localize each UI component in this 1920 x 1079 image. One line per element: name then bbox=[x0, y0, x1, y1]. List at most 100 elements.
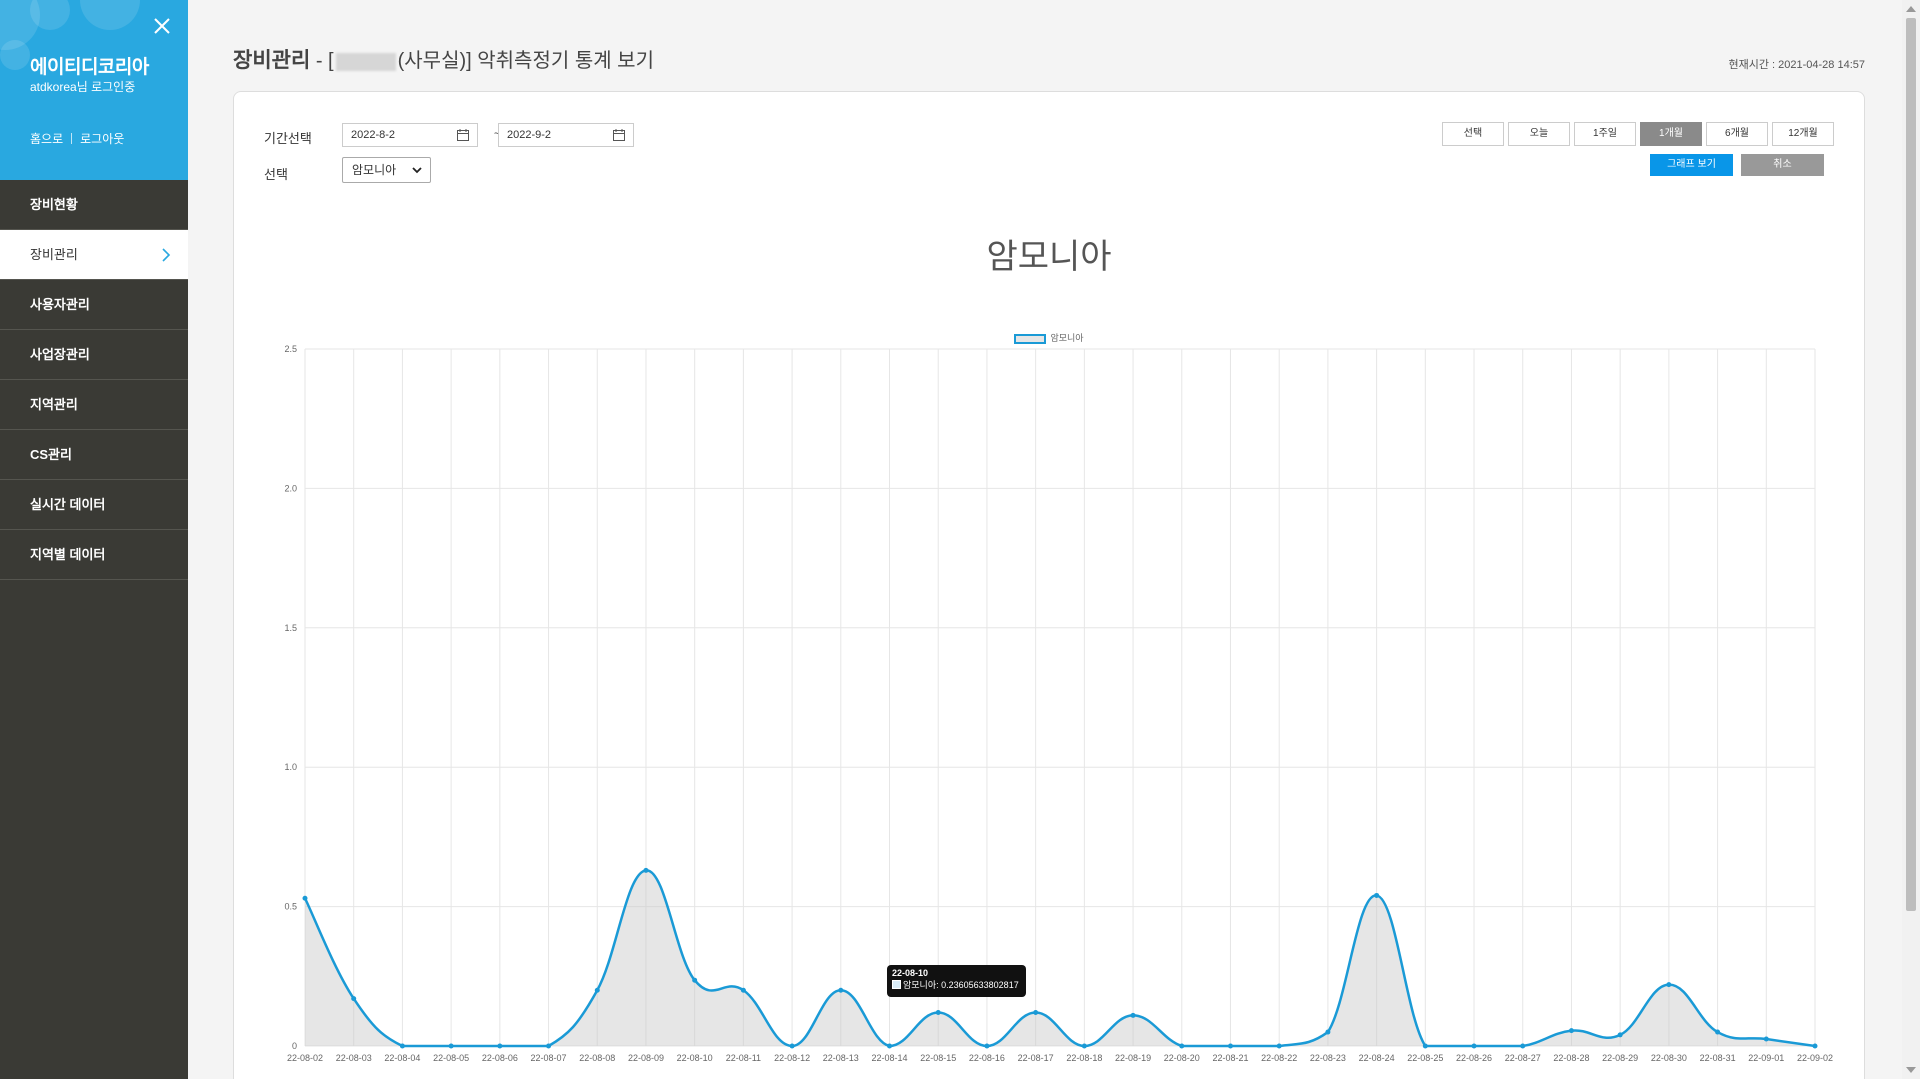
sidebar-item-label: 사용자관리 bbox=[30, 297, 90, 312]
data-point bbox=[497, 1043, 503, 1049]
data-point bbox=[692, 977, 698, 983]
data-point bbox=[1179, 1043, 1185, 1049]
x-tick-label: 22-08-11 bbox=[726, 1053, 761, 1063]
data-point bbox=[1276, 1043, 1282, 1049]
decor-bubble bbox=[0, 40, 30, 70]
x-tick-label: 22-08-31 bbox=[1700, 1053, 1736, 1063]
x-tick-label: 22-08-05 bbox=[433, 1053, 469, 1063]
data-point bbox=[740, 987, 746, 993]
x-tick-label: 22-08-04 bbox=[384, 1053, 420, 1063]
data-point bbox=[1471, 1043, 1477, 1049]
divider bbox=[71, 133, 73, 144]
data-point bbox=[1227, 1043, 1233, 1049]
data-point bbox=[1715, 1029, 1721, 1035]
data-point bbox=[1374, 892, 1380, 898]
x-tick-label: 22-08-29 bbox=[1602, 1053, 1638, 1063]
sidebar-item-label: 지역관리 bbox=[30, 397, 78, 412]
sidebar-item-label: 장비관리 bbox=[30, 247, 78, 262]
data-point bbox=[1033, 1010, 1039, 1016]
x-tick-label: 22-08-24 bbox=[1359, 1053, 1395, 1063]
sidebar-item-site-management[interactable]: 사업장관리 bbox=[0, 330, 188, 380]
sidebar-item-label: 사업장관리 bbox=[30, 347, 90, 362]
home-link[interactable]: 홈으로 bbox=[30, 130, 63, 147]
x-tick-label: 22-08-08 bbox=[579, 1053, 615, 1063]
x-tick-label: 22-08-12 bbox=[774, 1053, 810, 1063]
x-tick-label: 22-08-09 bbox=[628, 1053, 664, 1063]
data-point bbox=[351, 996, 357, 1002]
chevron-right-icon bbox=[162, 248, 171, 262]
x-tick-label: 22-08-17 bbox=[1018, 1053, 1054, 1063]
sidebar: 에이티디코리아 atdkorea님 로그인중 홈으로 로그아웃 장비현황 장비관… bbox=[0, 0, 188, 1079]
x-tick-label: 22-08-16 bbox=[969, 1053, 1005, 1063]
data-point bbox=[399, 1043, 405, 1049]
sidebar-item-label: CS관리 bbox=[30, 447, 72, 462]
sidebar-item-user-management[interactable]: 사용자관리 bbox=[0, 280, 188, 330]
data-point bbox=[302, 895, 308, 901]
data-point bbox=[1617, 1032, 1623, 1038]
sidebar-item-equipment-management[interactable]: 장비관리 bbox=[0, 230, 188, 280]
tooltip-swatch bbox=[892, 980, 901, 989]
sidebar-item-equipment-status[interactable]: 장비현황 bbox=[0, 180, 188, 230]
data-point bbox=[887, 1043, 893, 1049]
y-tick-label: 1.5 bbox=[284, 623, 297, 633]
series-line bbox=[303, 869, 1816, 1048]
sidebar-item-regional-data[interactable]: 지역별 데이터 bbox=[0, 530, 188, 580]
scroll-up-icon[interactable] bbox=[1906, 6, 1916, 12]
logout-link[interactable]: 로그아웃 bbox=[80, 130, 124, 147]
vertical-scrollbar[interactable] bbox=[1902, 0, 1920, 1079]
sidebar-nav: 장비현황 장비관리 사용자관리 사업장관리 지역관리 CS관리 실시간 데이터 … bbox=[0, 180, 188, 580]
x-tick-label: 22-08-19 bbox=[1115, 1053, 1151, 1063]
data-point bbox=[1812, 1043, 1818, 1049]
x-tick-label: 22-08-06 bbox=[482, 1053, 518, 1063]
data-point bbox=[448, 1043, 454, 1049]
data-point bbox=[1520, 1043, 1526, 1049]
sidebar-header: 에이티디코리아 atdkorea님 로그인중 홈으로 로그아웃 bbox=[0, 0, 188, 180]
brand-name: 에이티디코리아 bbox=[30, 57, 149, 78]
data-point bbox=[643, 867, 649, 873]
header-links: 홈으로 로그아웃 bbox=[30, 130, 124, 147]
x-tick-label: 22-08-14 bbox=[872, 1053, 908, 1063]
close-icon[interactable] bbox=[152, 16, 172, 36]
data-point bbox=[1325, 1029, 1331, 1035]
chart-tooltip: 22-08-10 암모니아: 0.23605633802817 bbox=[887, 965, 1026, 997]
data-point bbox=[1422, 1043, 1428, 1049]
login-info: atdkorea님 로그인중 bbox=[30, 80, 136, 94]
data-point bbox=[1666, 982, 1672, 988]
x-tick-label: 22-08-28 bbox=[1553, 1053, 1589, 1063]
data-point bbox=[546, 1043, 552, 1049]
x-tick-label: 22-08-18 bbox=[1066, 1053, 1102, 1063]
x-tick-label: 22-09-01 bbox=[1748, 1053, 1784, 1063]
x-tick-label: 22-08-20 bbox=[1164, 1053, 1200, 1063]
data-point bbox=[594, 987, 600, 993]
x-tick-label: 22-08-02 bbox=[287, 1053, 323, 1063]
data-point bbox=[1130, 1012, 1136, 1018]
x-tick-label: 22-08-03 bbox=[336, 1053, 372, 1063]
data-point bbox=[789, 1043, 795, 1049]
data-point bbox=[1763, 1036, 1769, 1042]
y-tick-label: 1.0 bbox=[284, 762, 297, 772]
y-tick-label: 2.5 bbox=[284, 344, 297, 354]
x-tick-label: 22-08-22 bbox=[1261, 1053, 1297, 1063]
data-point bbox=[838, 987, 844, 993]
x-tick-label: 22-08-15 bbox=[920, 1053, 956, 1063]
y-tick-label: 2.0 bbox=[284, 483, 297, 493]
x-tick-label: 22-08-30 bbox=[1651, 1053, 1687, 1063]
data-point bbox=[1081, 1043, 1087, 1049]
sidebar-item-region-management[interactable]: 지역관리 bbox=[0, 380, 188, 430]
x-tick-label: 22-08-26 bbox=[1456, 1053, 1492, 1063]
tooltip-body: 암모니아: 0.23605633802817 bbox=[892, 978, 1021, 991]
sidebar-item-label: 장비현황 bbox=[30, 197, 78, 212]
sidebar-item-cs-management[interactable]: CS관리 bbox=[0, 430, 188, 480]
main-content: 장비관리 - [(사무실)] 악취측정기 통계 보기 현재시간 : 2021-0… bbox=[188, 0, 1888, 1079]
x-tick-label: 22-08-07 bbox=[531, 1053, 567, 1063]
data-point bbox=[984, 1043, 990, 1049]
x-tick-label: 22-08-21 bbox=[1212, 1053, 1248, 1063]
line-chart: 2.5 2.0 1.5 1.0 0.5 0 22-08-02 22-08-03 22-08-04… bbox=[284, 344, 1833, 1063]
series-area bbox=[305, 870, 1815, 1046]
x-tick-label: 22-08-10 bbox=[677, 1053, 713, 1063]
y-tick-label: 0.5 bbox=[284, 902, 297, 912]
x-tick-label: 22-08-23 bbox=[1310, 1053, 1346, 1063]
scroll-down-icon[interactable] bbox=[1906, 1067, 1916, 1073]
scrollbar-thumb[interactable] bbox=[1906, 18, 1916, 911]
sidebar-item-realtime-data[interactable]: 실시간 데이터 bbox=[0, 480, 188, 530]
